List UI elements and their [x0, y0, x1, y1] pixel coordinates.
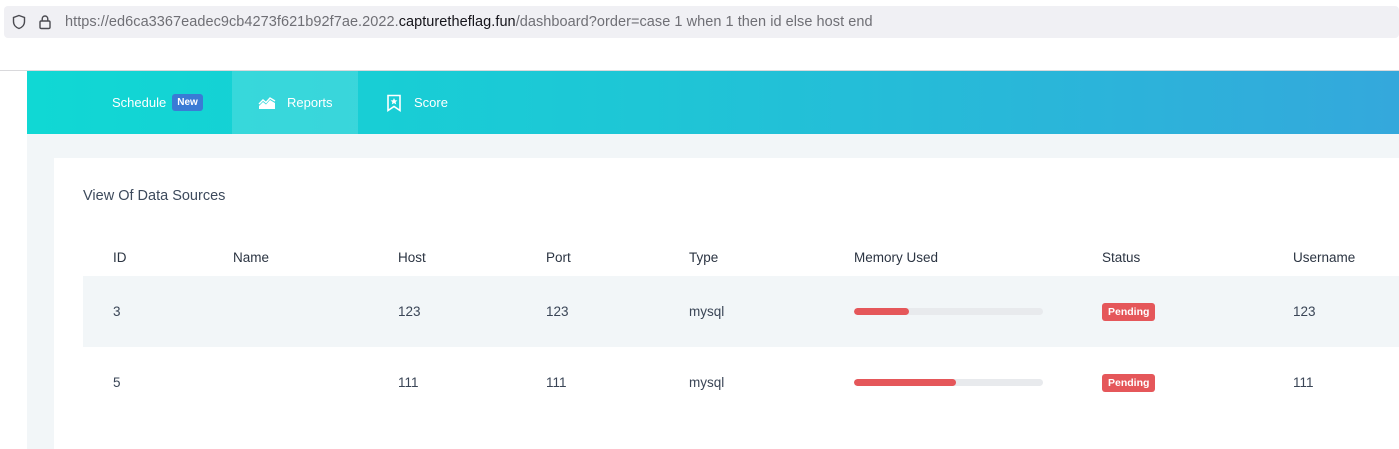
card-title: View Of Data Sources — [83, 188, 226, 204]
column-header-port[interactable]: Port — [546, 238, 571, 276]
url-suffix: /dashboard?order=case 1 when 1 then id e… — [515, 14, 873, 30]
column-header-memory-used[interactable]: Memory Used — [854, 238, 938, 276]
column-header-status[interactable]: Status — [1102, 238, 1140, 276]
cell-type: mysql — [689, 304, 725, 319]
url-domain: capturetheflag.fun — [398, 14, 516, 30]
cell-memory-used — [854, 276, 1043, 347]
nav-item-score[interactable]: Score — [385, 71, 448, 134]
cell-id: 5 — [113, 375, 121, 390]
chart-area-icon — [258, 94, 276, 112]
column-header-host[interactable]: Host — [398, 238, 426, 276]
new-badge: New — [172, 94, 203, 111]
nav-reports-label: Reports — [287, 95, 333, 110]
cell-username: 123 — [1293, 304, 1316, 319]
page-left-margin — [0, 71, 27, 449]
cell-port: 123 — [546, 304, 569, 319]
nav-item-reports[interactable]: Reports — [232, 71, 358, 134]
cell-id: 3 — [113, 304, 121, 319]
memory-progress-bar — [854, 379, 1043, 386]
nav-schedule-label: Schedule — [112, 95, 167, 110]
column-header-id[interactable]: ID — [113, 238, 127, 276]
status-badge: Pending — [1102, 373, 1156, 392]
cell-status: Pending — [1102, 276, 1156, 347]
cell-username: 111 — [1293, 375, 1314, 390]
shield-icon[interactable] — [10, 13, 28, 31]
column-header-name[interactable]: Name — [233, 238, 269, 276]
top-navbar: Schedule New Reports Score — [27, 71, 1399, 134]
data-sources-card: View Of Data Sources ID Name Host Port T… — [54, 158, 1399, 449]
memory-progress-fill — [854, 379, 957, 386]
table-row[interactable]: 5 111 111 mysql Pending 111 — [83, 347, 1399, 418]
table-header: ID Name Host Port Type Memory Used Statu… — [83, 238, 1399, 276]
nav-item-schedule[interactable]: Schedule New — [112, 71, 203, 134]
status-badge: Pending — [1102, 302, 1156, 321]
cell-port: 111 — [546, 375, 567, 390]
cell-host: 123 — [398, 304, 421, 319]
browser-toolbar: https://ed6ca3367eadec9cb4273f621b92f7ae… — [0, 0, 1399, 71]
table-row[interactable]: 3 123 123 mysql Pending 123 — [83, 276, 1399, 347]
cell-type: mysql — [689, 375, 725, 390]
memory-progress-bar — [854, 308, 1043, 315]
bookmark-star-icon — [385, 94, 403, 112]
column-header-type[interactable]: Type — [689, 238, 718, 276]
cell-memory-used — [854, 347, 1043, 418]
nav-score-label: Score — [414, 95, 448, 110]
column-header-username[interactable]: Username — [1293, 238, 1355, 276]
cell-status: Pending — [1102, 347, 1156, 418]
cell-host: 111 — [398, 375, 419, 390]
url-text[interactable]: https://ed6ca3367eadec9cb4273f621b92f7ae… — [65, 13, 873, 31]
url-prefix: https://ed6ca3367eadec9cb4273f621b92f7ae… — [65, 14, 399, 30]
lock-icon[interactable] — [36, 13, 54, 31]
address-bar[interactable]: https://ed6ca3367eadec9cb4273f621b92f7ae… — [4, 6, 1399, 38]
memory-progress-fill — [854, 308, 909, 315]
